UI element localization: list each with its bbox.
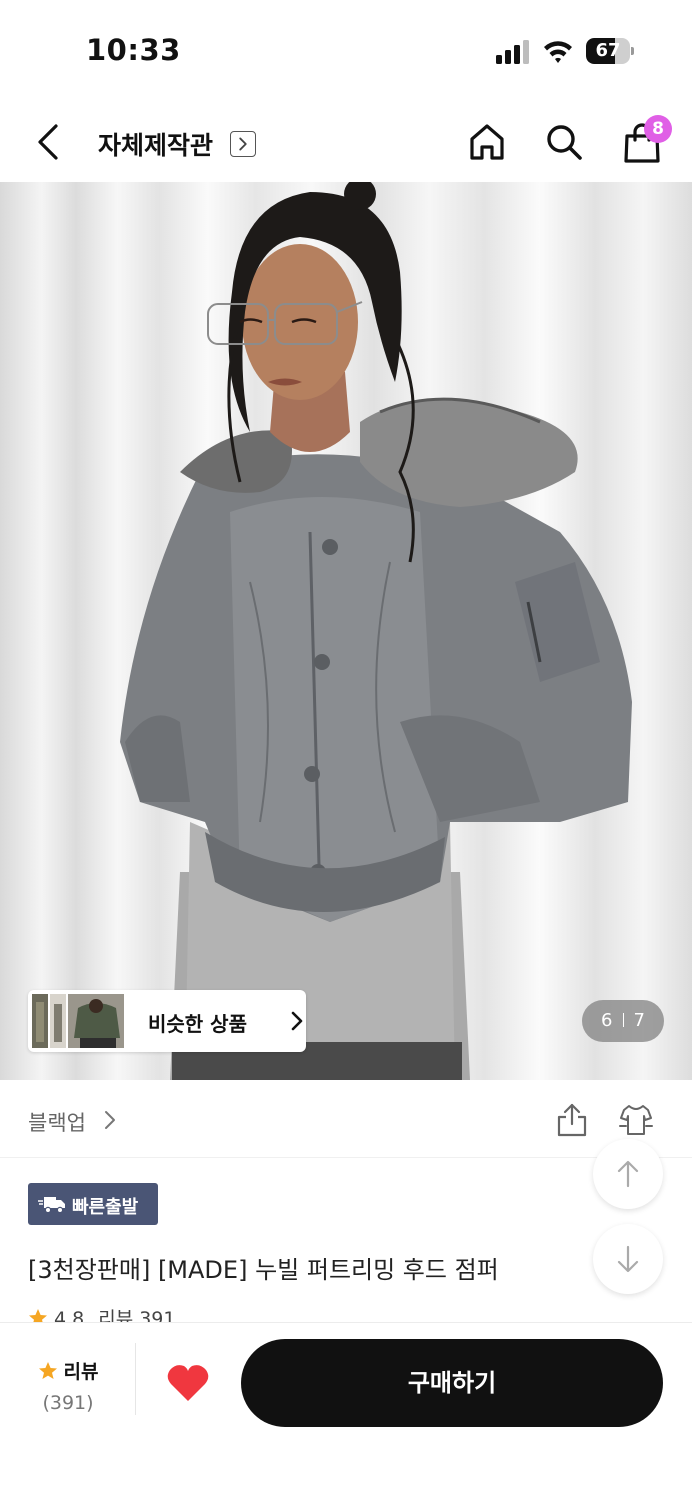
- similar-products-thumbnails: [32, 994, 124, 1048]
- scroll-down-button[interactable]: [593, 1224, 663, 1294]
- similar-products-label: 비슷한 상품: [148, 1012, 247, 1036]
- chevron-right-icon: [291, 1011, 303, 1031]
- fast-shipping-label: 빠른출발: [72, 1197, 139, 1218]
- divider: [135, 1343, 136, 1415]
- image-page-indicator: 67: [582, 1000, 664, 1042]
- bottom-action-bar: 리뷰 (391) 구매하기: [0, 1322, 692, 1500]
- buy-button[interactable]: 구매하기: [241, 1339, 663, 1427]
- chevron-right-icon[interactable]: [104, 1110, 116, 1130]
- status-time: 10:33: [86, 33, 181, 67]
- product-title: [3천장판매] [MADE] 누빌 퍼트리밍 후드 점퍼: [28, 1256, 499, 1284]
- battery-icon: 67: [586, 38, 634, 64]
- try-on-shirt-icon[interactable]: [618, 1102, 654, 1138]
- delivery-truck-icon: [38, 1197, 65, 1213]
- page-total: 7: [633, 1010, 645, 1031]
- product-photo: [120, 182, 632, 1080]
- arrow-down-icon: [617, 1245, 639, 1273]
- cart-count-badge: 8: [644, 115, 672, 143]
- battery-percentage: 67: [595, 40, 621, 61]
- top-navigation: 자체제작관: [0, 100, 692, 182]
- review-count: (391): [42, 1392, 94, 1414]
- heart-like-icon[interactable]: [166, 1363, 210, 1403]
- similar-products-button[interactable]: 비슷한 상품: [28, 990, 306, 1052]
- arrow-up-icon: [617, 1160, 639, 1188]
- chevron-right-box-icon[interactable]: [230, 131, 256, 157]
- store-title[interactable]: 자체제작관: [98, 126, 213, 162]
- search-icon[interactable]: [545, 122, 583, 162]
- fast-shipping-badge: 빠른출발: [28, 1183, 158, 1225]
- cellular-signal-icon: [496, 40, 529, 64]
- product-image-gallery[interactable]: 67: [0, 182, 692, 1080]
- review-label: 리뷰: [63, 1361, 99, 1383]
- brand-row: 블랙업: [0, 1080, 692, 1158]
- status-bar: 10:33 67: [0, 0, 692, 100]
- page-current: 6: [601, 1010, 613, 1031]
- star-icon: [38, 1362, 57, 1379]
- wifi-icon: [544, 41, 572, 63]
- share-icon[interactable]: [556, 1102, 588, 1138]
- home-icon[interactable]: [468, 122, 506, 162]
- back-arrow-icon[interactable]: [30, 122, 66, 162]
- brand-name[interactable]: 블랙업: [28, 1107, 86, 1137]
- review-summary[interactable]: 리뷰 (391): [28, 1357, 108, 1417]
- scroll-up-button[interactable]: [593, 1139, 663, 1209]
